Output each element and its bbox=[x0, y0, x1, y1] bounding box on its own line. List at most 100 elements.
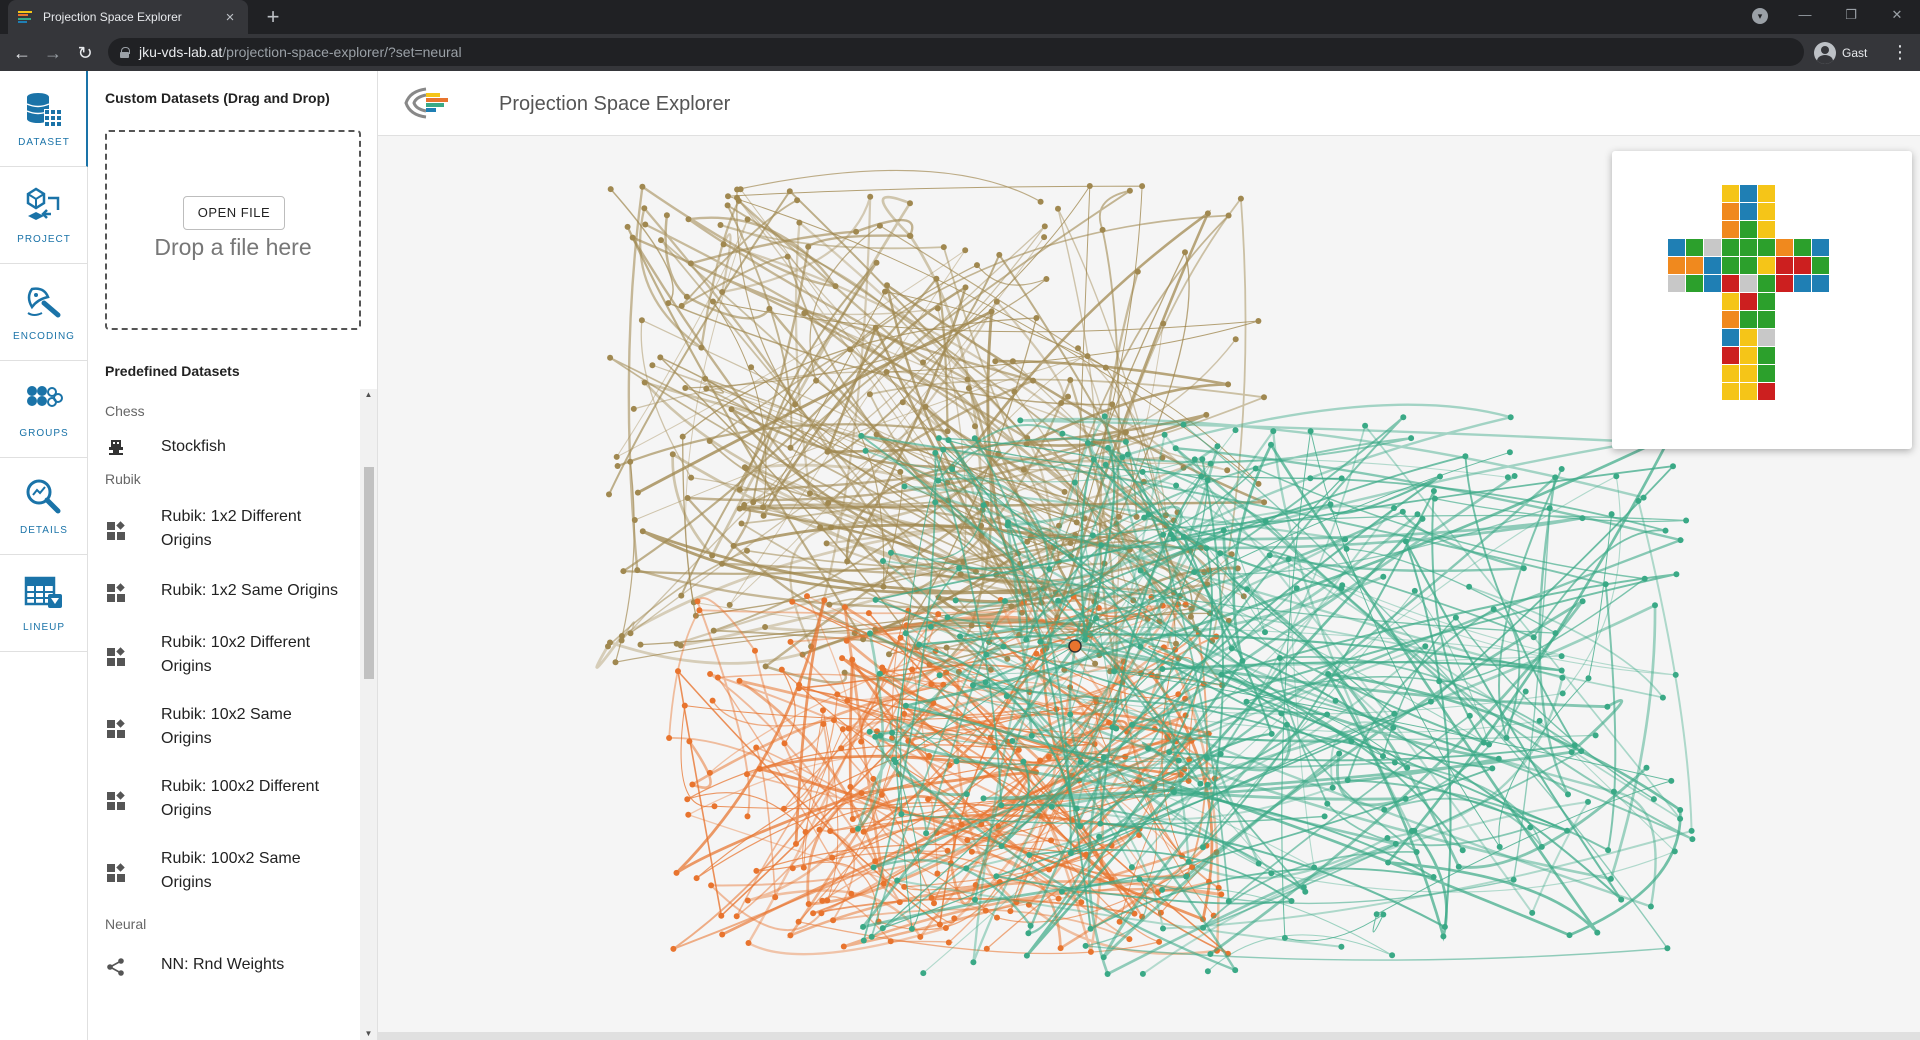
dataset-item-rubik-1x2-same[interactable]: Rubik: 1x2 Same Origins bbox=[88, 579, 358, 619]
nav-item-dataset[interactable]: DATASET bbox=[0, 71, 88, 167]
state-point bbox=[1172, 445, 1179, 452]
state-point bbox=[1160, 320, 1167, 327]
state-point bbox=[1237, 195, 1244, 202]
state-point bbox=[681, 702, 688, 709]
state-point bbox=[658, 237, 664, 244]
state-point bbox=[849, 656, 856, 663]
app-title: Projection Space Explorer bbox=[499, 93, 731, 115]
state-point bbox=[685, 216, 692, 223]
state-point bbox=[1187, 613, 1194, 620]
cube-cell bbox=[1740, 383, 1757, 400]
forward-button[interactable]: → bbox=[39, 39, 67, 67]
state-point bbox=[1430, 874, 1437, 880]
state-point bbox=[762, 624, 769, 630]
nav-item-lineup[interactable]: LINEUP bbox=[0, 556, 88, 652]
scroll-down-icon[interactable]: ▼ bbox=[360, 1028, 377, 1040]
state-point bbox=[1683, 517, 1690, 524]
cube-cell bbox=[1668, 275, 1685, 292]
state-point bbox=[962, 247, 969, 254]
state-point bbox=[1408, 827, 1415, 834]
dataset-list-scrollbar[interactable]: ▲ ▼ bbox=[360, 389, 377, 1040]
state-point bbox=[1043, 276, 1050, 282]
state-point bbox=[1373, 911, 1380, 918]
dataset-item-rubik-10x2-same[interactable]: Rubik: 10x2 Same Origins bbox=[88, 703, 358, 755]
state-point bbox=[630, 405, 637, 412]
nav-item-project[interactable]: PROJECT bbox=[0, 168, 88, 264]
cube-cell bbox=[1758, 329, 1775, 346]
state-point bbox=[744, 216, 751, 223]
state-point bbox=[1689, 836, 1696, 843]
state-point bbox=[753, 744, 760, 751]
cube-cell bbox=[1740, 275, 1757, 292]
cube-cell bbox=[1704, 239, 1721, 256]
scroll-thumb[interactable] bbox=[364, 467, 374, 679]
cube-cell bbox=[1758, 293, 1775, 310]
app: DATASET PROJECT ENCODING GROUPS DETAILS … bbox=[0, 71, 1920, 1040]
app-favicon-icon bbox=[18, 11, 34, 23]
state-point bbox=[868, 933, 875, 940]
state-point bbox=[682, 385, 689, 391]
dataset-item-nn-rnd-weights[interactable]: NN: Rnd Weights bbox=[88, 953, 358, 993]
new-tab-button[interactable]: + bbox=[260, 4, 286, 30]
nav-item-encoding[interactable]: ENCODING bbox=[0, 265, 88, 361]
tab-close-icon[interactable]: × bbox=[222, 9, 238, 26]
state-point bbox=[855, 825, 861, 832]
state-point bbox=[689, 781, 696, 788]
state-point bbox=[612, 659, 619, 666]
state-point bbox=[982, 907, 989, 914]
state-point bbox=[841, 604, 848, 611]
state-point bbox=[679, 433, 686, 440]
state-point bbox=[744, 813, 751, 820]
dataset-item-rubik-100x2-same[interactable]: Rubik: 100x2 Same Origins bbox=[88, 847, 358, 899]
back-button[interactable]: ← bbox=[8, 39, 36, 67]
browser-tab[interactable]: Projection Space Explorer × bbox=[8, 0, 248, 34]
state-point bbox=[953, 758, 960, 765]
minimize-button[interactable]: — bbox=[1782, 0, 1828, 30]
state-point bbox=[709, 552, 716, 559]
state-point bbox=[957, 633, 963, 640]
state-point bbox=[867, 193, 874, 200]
state-point bbox=[787, 932, 794, 939]
state-point bbox=[1224, 467, 1231, 474]
cube-cell bbox=[1722, 293, 1739, 310]
nav-item-groups[interactable]: GROUPS bbox=[0, 362, 88, 458]
file-dropzone[interactable]: OPEN FILE Drop a file here bbox=[105, 130, 361, 330]
cube-cell bbox=[1758, 185, 1775, 202]
dataset-item-rubik-10x2-different[interactable]: Rubik: 10x2 Different Origins bbox=[88, 631, 358, 683]
state-point bbox=[1136, 876, 1143, 883]
cube-cell bbox=[1740, 185, 1757, 202]
state-point bbox=[908, 925, 915, 932]
browser-menu-icon[interactable]: ⋮ bbox=[1890, 39, 1910, 66]
state-point bbox=[1399, 508, 1406, 515]
dataset-label: Rubik: 1x2 Different Origins bbox=[161, 508, 302, 549]
app-bar: Projection Space Explorer bbox=[378, 71, 1920, 136]
nav-label-details: DETAILS bbox=[20, 525, 68, 536]
dataset-item-rubik-1x2-different[interactable]: Rubik: 1x2 Different Origins bbox=[88, 505, 358, 557]
scroll-up-icon[interactable]: ▲ bbox=[360, 389, 377, 401]
horizontal-scrollbar[interactable] bbox=[378, 1032, 1920, 1040]
state-point bbox=[1104, 971, 1111, 977]
state-point bbox=[962, 284, 969, 291]
address-bar[interactable]: jku-vds-lab.at/projection-space-explorer… bbox=[108, 38, 1804, 66]
state-point bbox=[843, 637, 850, 644]
state-point bbox=[1664, 945, 1671, 952]
state-point bbox=[1592, 732, 1599, 739]
state-point bbox=[839, 726, 846, 733]
dataset-item-rubik-100x2-different[interactable]: Rubik: 100x2 Different Origins bbox=[88, 775, 358, 827]
nav-item-details[interactable]: DETAILS bbox=[0, 459, 88, 555]
close-window-button[interactable]: ✕ bbox=[1874, 0, 1920, 30]
state-point bbox=[1225, 212, 1232, 219]
state-point bbox=[1198, 473, 1205, 480]
state-point bbox=[839, 655, 846, 662]
category-rubik: Rubik bbox=[105, 471, 141, 487]
state-point bbox=[817, 524, 824, 531]
tab-search-icon[interactable]: ▾ bbox=[1752, 8, 1768, 24]
share-icon bbox=[107, 958, 124, 976]
hovered-state-point bbox=[1068, 639, 1082, 653]
restore-button[interactable]: ❐ bbox=[1828, 0, 1874, 30]
profile-button[interactable]: Gast bbox=[1814, 39, 1867, 66]
state-point bbox=[1191, 569, 1198, 575]
reload-button[interactable]: ↻ bbox=[71, 39, 99, 67]
open-file-button[interactable]: OPEN FILE bbox=[183, 196, 285, 230]
custom-datasets-title: Custom Datasets (Drag and Drop) bbox=[105, 90, 330, 106]
